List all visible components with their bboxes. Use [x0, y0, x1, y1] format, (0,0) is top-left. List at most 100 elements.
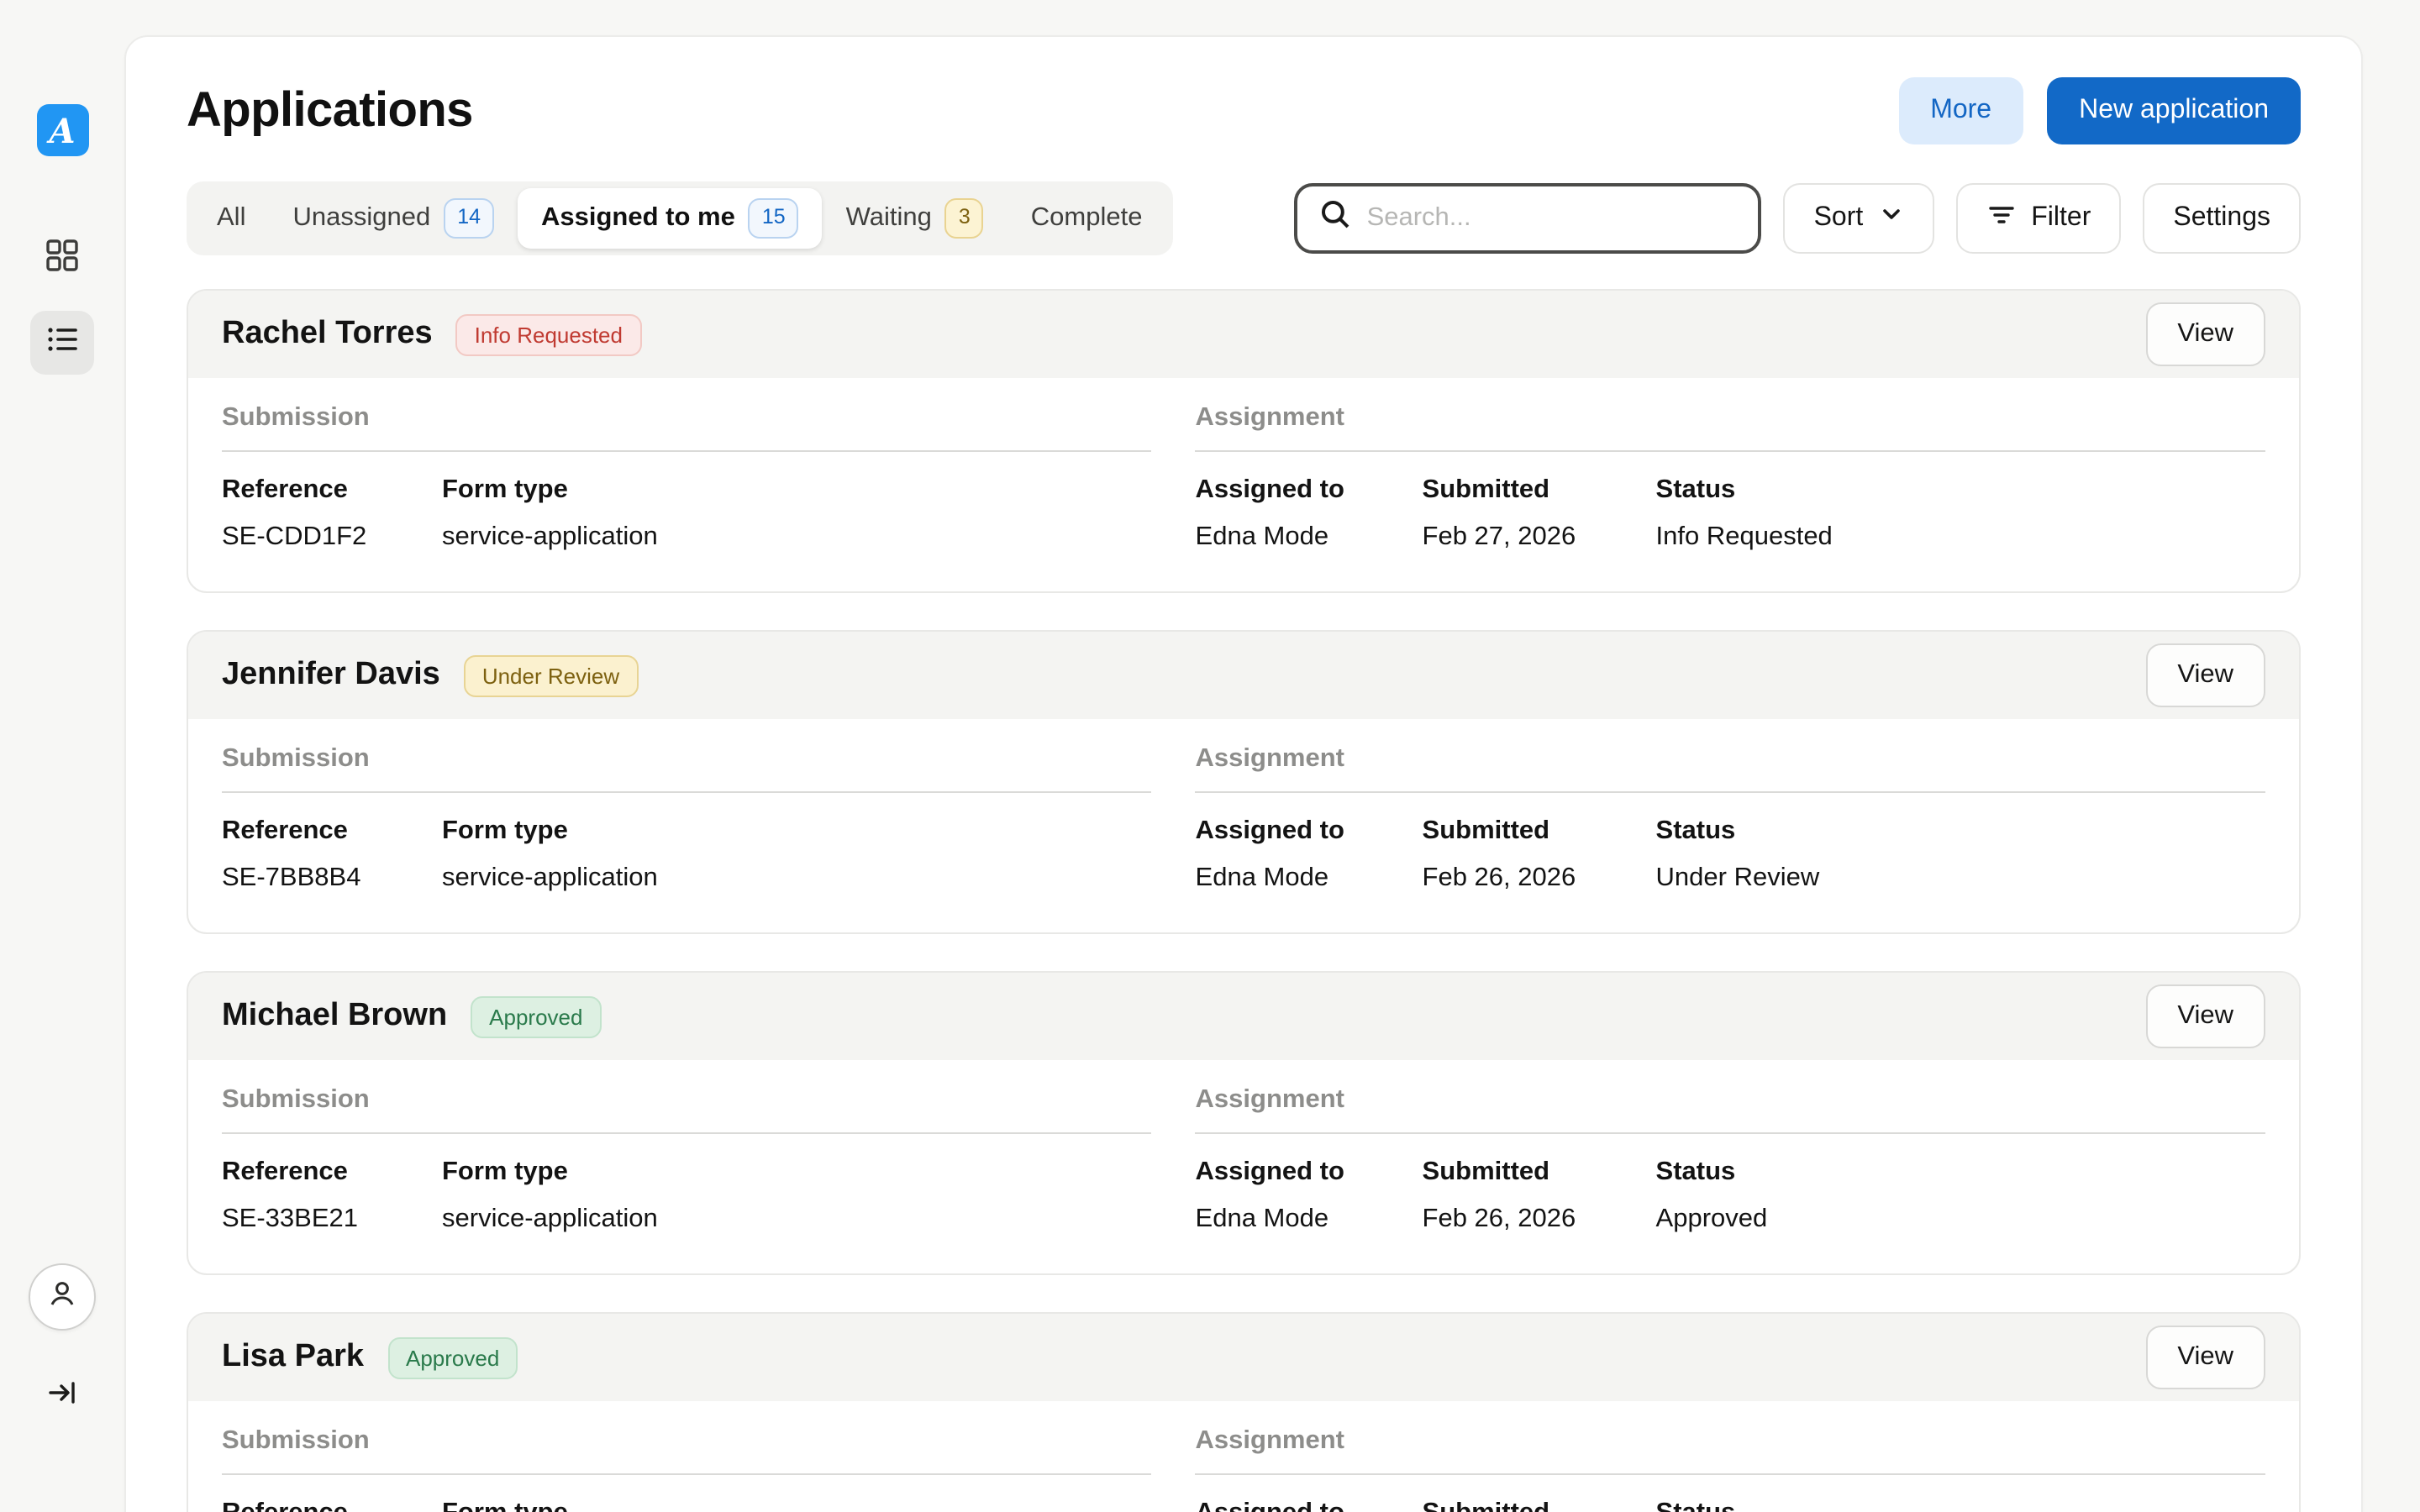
- form-type-header: Form type: [442, 816, 658, 847]
- submission-section: Submission Reference SE-33BE21 Form type…: [222, 1085, 1152, 1236]
- form-type-column: Form type service-application: [442, 816, 658, 895]
- applicant-name: Michael Brown: [222, 998, 447, 1035]
- status-header: Status: [1656, 816, 1820, 847]
- settings-button-label: Settings: [2173, 203, 2270, 234]
- status-badge: Approved: [387, 1336, 518, 1378]
- grid-nav-button[interactable]: [30, 227, 94, 291]
- search-icon: [1320, 198, 1352, 239]
- assigned-to-column: Assigned to Edna Mode: [1196, 816, 1423, 895]
- sort-button-label: Sort: [1814, 203, 1864, 234]
- assigned-to-value: Edna Mode: [1196, 864, 1423, 895]
- tab-badge: 15: [749, 199, 799, 239]
- reference-column: Reference SE-CDD1F2: [222, 475, 442, 554]
- status-column: Status Info Requested: [1656, 475, 1833, 554]
- status-header: Status: [1656, 1499, 1768, 1512]
- view-button[interactable]: View: [2145, 643, 2265, 707]
- status-badge: Under Review: [464, 654, 638, 696]
- submitted-value: Feb 27, 2026: [1423, 522, 1656, 554]
- application-card-body: Submission Reference SE-33BE21 Form type…: [188, 1060, 2299, 1273]
- submission-section-title: Submission: [222, 1426, 1152, 1475]
- view-button[interactable]: View: [2145, 984, 2265, 1048]
- submitted-column: Submitted Feb 26, 2026: [1423, 1158, 1656, 1236]
- status-header: Status: [1656, 475, 1833, 506]
- submitted-header: Submitted: [1423, 1158, 1656, 1188]
- filter-icon: [1986, 199, 2016, 238]
- view-button[interactable]: View: [2145, 1326, 2265, 1389]
- more-button[interactable]: More: [1898, 77, 2023, 144]
- tab-all[interactable]: All: [193, 188, 269, 249]
- assignment-section-title: Assignment: [1196, 1085, 2265, 1134]
- assigned-to-column: Assigned to: [1196, 1499, 1423, 1512]
- page-title: Applications: [187, 83, 473, 139]
- user-avatar-button[interactable]: [29, 1263, 96, 1331]
- submitted-column: Submitted: [1423, 1499, 1656, 1512]
- application-card-body: Submission Reference Form type Assignmen…: [188, 1401, 2299, 1512]
- assigned-to-header: Assigned to: [1196, 475, 1423, 506]
- form-type-column: Form type service-application: [442, 475, 658, 554]
- assignment-section-title: Assignment: [1196, 744, 2265, 793]
- status-header: Status: [1656, 1158, 1768, 1188]
- submission-section: Submission Reference SE-CDD1F2 Form type…: [222, 403, 1152, 554]
- reference-header: Reference: [222, 816, 442, 847]
- submitted-column: Submitted Feb 27, 2026: [1423, 475, 1656, 554]
- application-card-header: Michael Brown Approved View: [188, 973, 2299, 1060]
- application-card-header: Lisa Park Approved View: [188, 1314, 2299, 1401]
- form-type-header: Form type: [442, 1499, 568, 1512]
- tab-assigned-to-me[interactable]: Assigned to me 15: [518, 188, 823, 249]
- applicant-name: Rachel Torres: [222, 316, 433, 353]
- application-card-body: Submission Reference SE-CDD1F2 Form type…: [188, 378, 2299, 591]
- status-column: Status Under Review: [1656, 816, 1820, 895]
- assignment-columns: Assigned to Submitted Status Approved: [1196, 1475, 2265, 1512]
- tab-complete[interactable]: Complete: [1007, 188, 1166, 249]
- submission-section-title: Submission: [222, 744, 1152, 793]
- tab-bar: All Unassigned 14 Assigned to me 15 Wait…: [187, 181, 1172, 255]
- form-type-value: service-application: [442, 522, 658, 554]
- form-type-value: service-application: [442, 1205, 658, 1236]
- submitted-header: Submitted: [1423, 1499, 1656, 1512]
- view-button[interactable]: View: [2145, 302, 2265, 366]
- form-type-column: Form type: [442, 1499, 568, 1512]
- application-card-header: Rachel Torres Info Requested View: [188, 291, 2299, 378]
- filter-button-label: Filter: [2031, 203, 2091, 234]
- assignment-section-title: Assignment: [1196, 1426, 2265, 1475]
- chevron-down-icon: [1878, 202, 1903, 235]
- application-list: Rachel Torres Info Requested View Submis…: [187, 289, 2301, 1512]
- reference-header: Reference: [222, 1158, 442, 1188]
- submission-section-title: Submission: [222, 403, 1152, 452]
- sort-button[interactable]: Sort: [1784, 183, 1934, 254]
- application-card: Rachel Torres Info Requested View Submis…: [187, 289, 2301, 593]
- list-nav-button[interactable]: [30, 311, 94, 375]
- submitted-column: Submitted Feb 26, 2026: [1423, 816, 1656, 895]
- tab-unassigned[interactable]: Unassigned 14: [269, 188, 518, 249]
- submitted-header: Submitted: [1423, 816, 1656, 847]
- submission-columns: Reference SE-7BB8B4 Form type service-ap…: [222, 793, 1152, 895]
- form-type-column: Form type service-application: [442, 1158, 658, 1236]
- application-card: Jennifer Davis Under Review View Submiss…: [187, 630, 2301, 934]
- reference-value: SE-7BB8B4: [222, 864, 442, 895]
- app-logo-icon[interactable]: A: [36, 104, 88, 156]
- new-application-button[interactable]: New application: [2047, 77, 2301, 144]
- search-input[interactable]: [1367, 203, 1737, 234]
- assignment-section: Assignment Assigned to Submitted Status …: [1196, 1426, 2265, 1512]
- search-box[interactable]: [1295, 183, 1762, 254]
- filter-button[interactable]: Filter: [1955, 183, 2121, 254]
- reference-value: SE-CDD1F2: [222, 522, 442, 554]
- form-type-value: service-application: [442, 864, 658, 895]
- submission-section: Submission Reference SE-7BB8B4 Form type…: [222, 744, 1152, 895]
- form-type-header: Form type: [442, 1158, 658, 1188]
- reference-header: Reference: [222, 1499, 442, 1512]
- submission-columns: Reference Form type: [222, 1475, 1152, 1512]
- tab-waiting[interactable]: Waiting 3: [823, 188, 1007, 249]
- tab-label: All: [217, 203, 245, 234]
- logout-button[interactable]: [30, 1364, 94, 1428]
- status-column: Status Approved: [1656, 1158, 1768, 1236]
- form-type-header: Form type: [442, 475, 658, 506]
- tab-label: Assigned to me: [541, 203, 735, 234]
- application-card: Lisa Park Approved View Submission Refer…: [187, 1312, 2301, 1512]
- settings-button[interactable]: Settings: [2143, 183, 2301, 254]
- submission-columns: Reference SE-33BE21 Form type service-ap…: [222, 1134, 1152, 1236]
- list-icon: [45, 322, 79, 364]
- status-value: Approved: [1656, 1205, 1768, 1236]
- reference-value: SE-33BE21: [222, 1205, 442, 1236]
- tab-badge: 14: [444, 199, 494, 239]
